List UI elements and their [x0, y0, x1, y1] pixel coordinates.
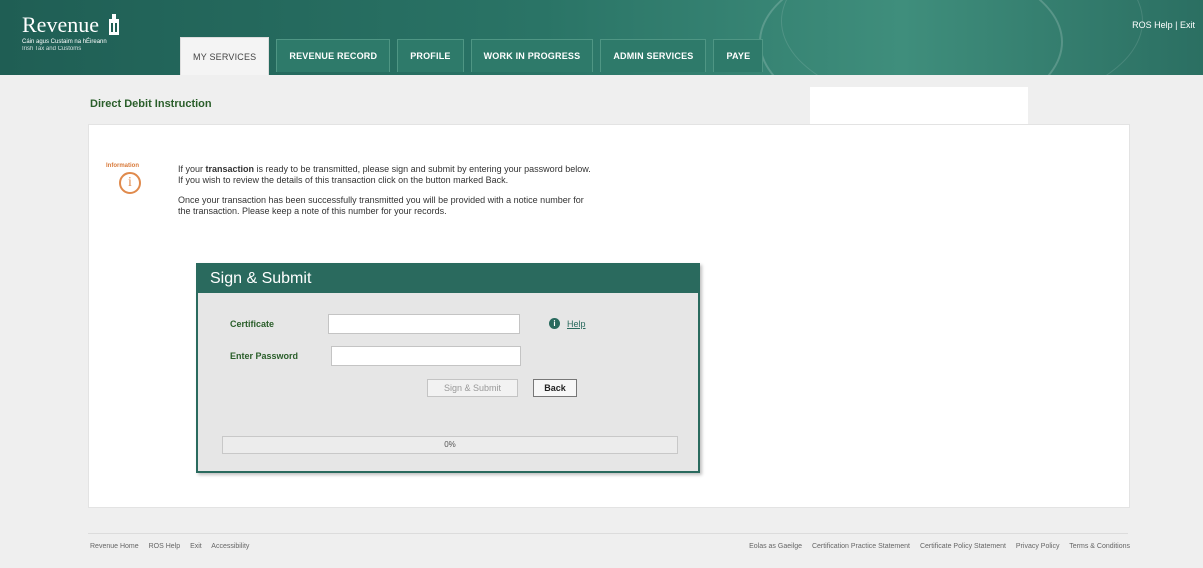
tab-revenue-record[interactable]: REVENUE RECORD [276, 39, 391, 72]
footer-right-links: Eolas as Gaeilge Certification Practice … [749, 543, 1130, 550]
information-label: Information [106, 163, 139, 169]
sign-submit-dialog: Sign & Submit Certificate i Help Enter P… [196, 263, 700, 473]
instruction-line-1: If your transaction is ready to be trans… [178, 164, 738, 175]
footer-link-privacy-policy[interactable]: Privacy Policy [1016, 543, 1060, 550]
redacted-area [810, 87, 1028, 127]
instruction-line-4: the transaction. Please keep a note of t… [178, 206, 447, 216]
ros-help-link[interactable]: ROS Help [1132, 20, 1173, 30]
harp-icon [109, 14, 120, 35]
transaction-keyword: transaction [205, 164, 255, 174]
password-label: Enter Password [230, 351, 299, 361]
dialog-title: Sign & Submit [198, 265, 698, 293]
tab-paye[interactable]: PAYE [713, 39, 764, 72]
instruction-message: If your transaction is ready to be trans… [178, 164, 738, 217]
help-icon[interactable]: i [549, 318, 560, 329]
info-icon: i [119, 172, 141, 194]
top-links: ROS Help | Exit [1132, 20, 1195, 30]
footer-link-ros-help[interactable]: ROS Help [149, 543, 181, 550]
sign-submit-button[interactable]: Sign & Submit [427, 379, 518, 397]
tab-work-in-progress[interactable]: WORK IN PROGRESS [470, 39, 594, 72]
footer-link-terms[interactable]: Terms & Conditions [1069, 543, 1130, 550]
instruction-text: If your [178, 164, 206, 174]
footer-link-accessibility[interactable]: Accessibility [211, 543, 249, 550]
tab-my-services[interactable]: MY SERVICES [180, 37, 270, 75]
footer-left-links: Revenue Home ROS Help Exit Accessibility [90, 543, 257, 550]
instruction-line-3: Once your transaction has been successfu… [178, 195, 584, 205]
progress-text: 0% [444, 440, 456, 449]
footer-link-revenue-home[interactable]: Revenue Home [90, 543, 139, 550]
instruction-line-2: If you wish to review the details of thi… [178, 175, 509, 185]
help-link[interactable]: Help [567, 319, 586, 329]
certificate-label: Certificate [230, 319, 275, 329]
logo-subtitle-irish: Cáin agus Custaim na hÉireann [22, 39, 107, 45]
logo-subtitle-english: Irish Tax and Customs [22, 46, 82, 52]
footer-link-exit[interactable]: Exit [190, 543, 202, 550]
top-links-separator: | [1172, 20, 1180, 30]
tab-admin-services[interactable]: ADMIN SERVICES [600, 39, 707, 72]
tab-profile[interactable]: PROFILE [397, 39, 464, 72]
password-field[interactable] [331, 346, 521, 366]
back-button[interactable]: Back [533, 379, 577, 397]
main-tabs: MY SERVICES REVENUE RECORD PROFILE WORK … [180, 37, 770, 75]
footer-divider [88, 533, 1128, 534]
progress-bar: 0% [222, 436, 678, 454]
footer-link-certification-practice[interactable]: Certification Practice Statement [812, 543, 910, 550]
logo-wordmark: Revenue [22, 12, 99, 37]
page-title: Direct Debit Instruction [90, 98, 212, 110]
exit-link[interactable]: Exit [1180, 20, 1195, 30]
footer-link-certificate-policy[interactable]: Certificate Policy Statement [920, 543, 1006, 550]
instruction-text: is ready to be transmitted, please sign … [254, 164, 591, 174]
certificate-field[interactable] [328, 314, 520, 334]
site-header: Revenue Cáin agus Custaim na hÉireann Ir… [0, 0, 1203, 75]
footer-link-eolas-as-gaeilge[interactable]: Eolas as Gaeilge [749, 543, 802, 550]
revenue-logo[interactable]: Revenue Cáin agus Custaim na hÉireann Ir… [22, 14, 121, 53]
header-decoration [781, 0, 1143, 75]
